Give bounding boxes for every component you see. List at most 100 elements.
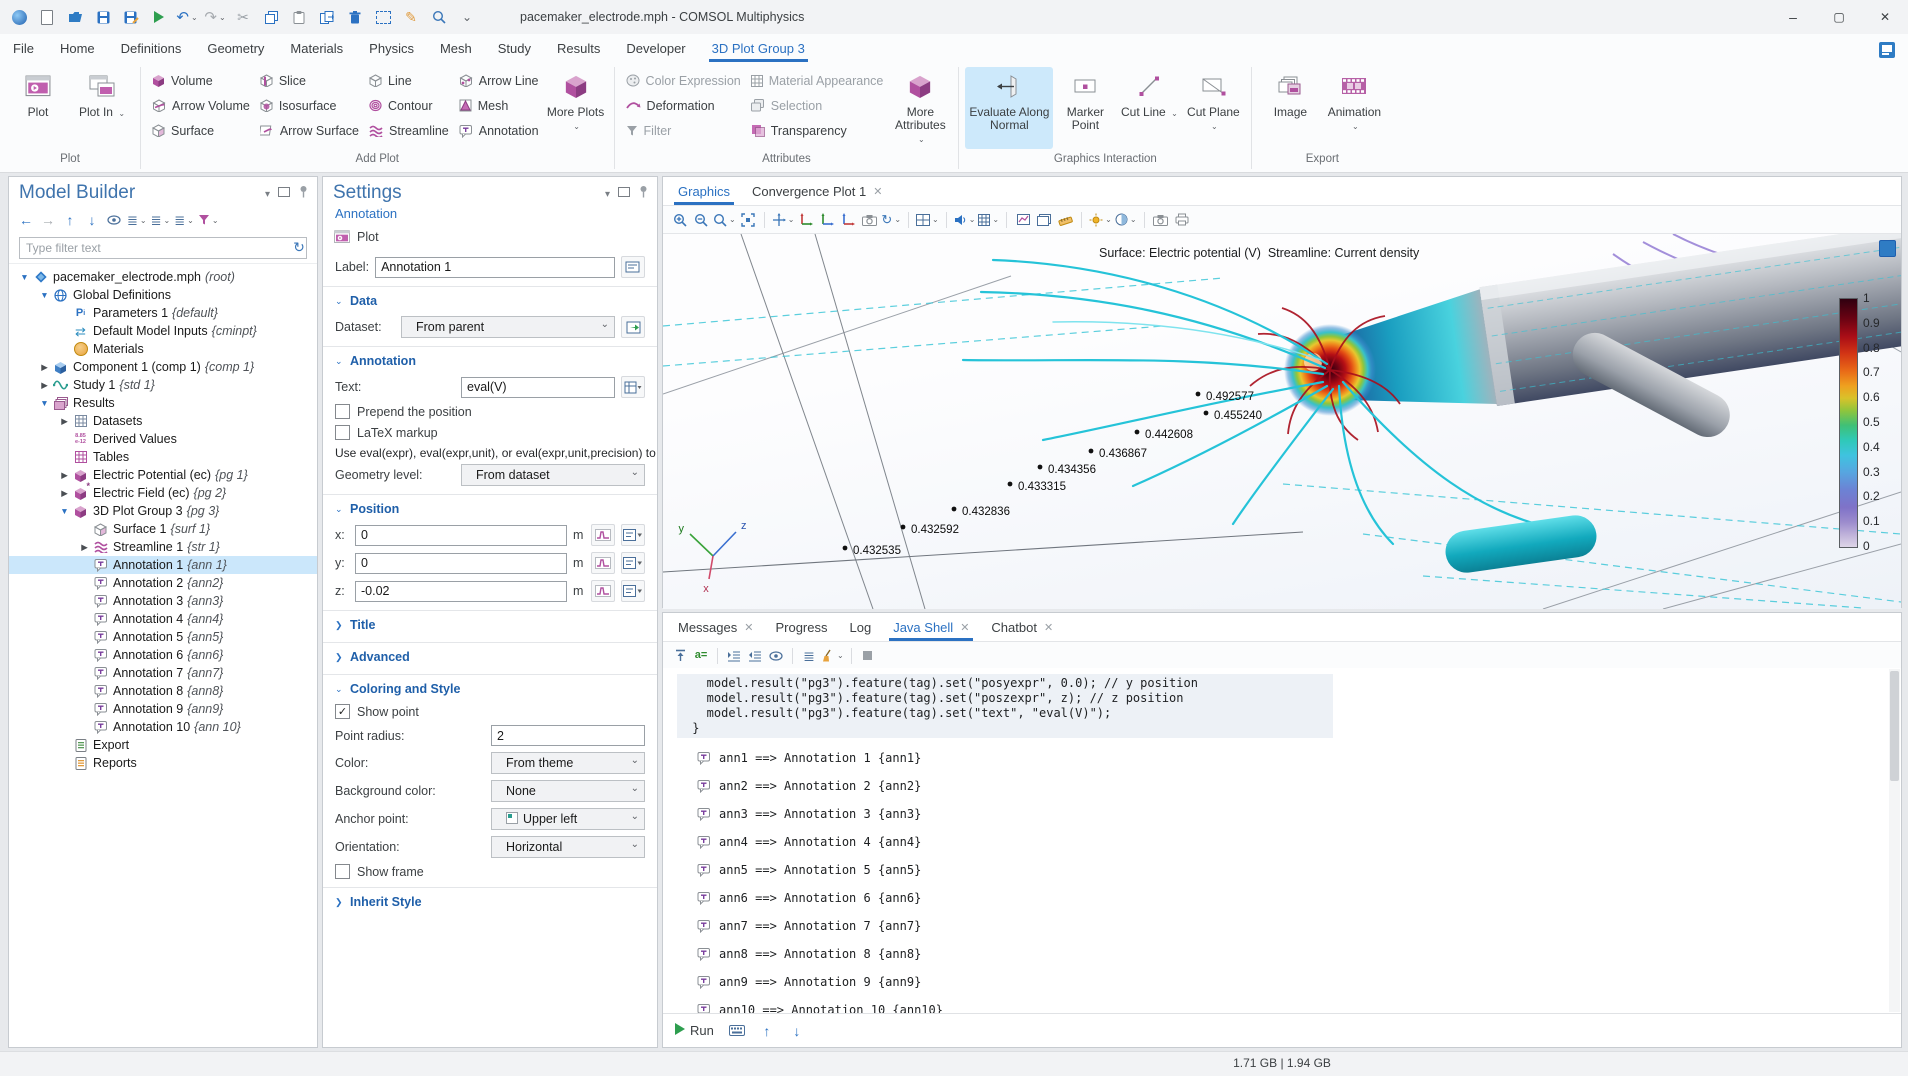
go-to-view-button[interactable]: ⌄ (954, 210, 976, 230)
go-to-source-icon[interactable] (621, 316, 645, 338)
geometry-level-select[interactable]: From dataset (461, 464, 645, 486)
tree-node-pacemaker-electrode-mph[interactable]: ▼pacemaker_electrode.mph(root) (9, 268, 317, 286)
anchor-point-select[interactable]: Upper left (491, 808, 645, 830)
tree-expander-icon[interactable]: ▶ (37, 380, 52, 391)
run-button[interactable]: Run (675, 1023, 714, 1038)
tab-chatbot[interactable]: Chatbot✕ (980, 613, 1064, 641)
indent-right-button[interactable] (725, 646, 743, 666)
tab-java-shell[interactable]: Java Shell✕ (882, 613, 980, 641)
tab-graphics[interactable]: Graphics (667, 177, 741, 205)
view-yz-button[interactable] (818, 210, 836, 230)
tree-node-annotation-8[interactable]: Annotation 8{ann8} (9, 682, 317, 700)
range-button[interactable] (591, 552, 615, 574)
history-up-button[interactable]: ↑ (758, 1021, 776, 1041)
tree-node-results[interactable]: ▼Results (9, 394, 317, 412)
forward-button[interactable]: → (39, 210, 57, 230)
clear-console-button[interactable]: ⌄ (821, 646, 844, 666)
ribbon-item-line[interactable]: Line (364, 68, 454, 93)
auto-complete-button[interactable]: a= (692, 646, 710, 666)
tree-node-default-model-inputs[interactable]: ⇄Default Model Inputs{cminpt} (9, 322, 317, 340)
tree-node-export[interactable]: Export (9, 736, 317, 754)
settings-plot-button[interactable]: Plot (357, 230, 379, 244)
scene-light-button[interactable]: ⌄ (1089, 210, 1112, 230)
tab-close-icon[interactable]: ✕ (873, 185, 882, 198)
ribbon-button-image[interactable]: Image (1258, 67, 1322, 149)
dataset-select[interactable]: From parent (401, 316, 615, 338)
tree-node-materials[interactable]: Materials (9, 340, 317, 358)
select-button[interactable] (370, 4, 396, 30)
tree-node-global-definitions[interactable]: ▼Global Definitions (9, 286, 317, 304)
ribbon-item-streamline[interactable]: Streamline (364, 118, 454, 143)
tree-node-streamline-1[interactable]: ▶Streamline 1{str 1} (9, 538, 317, 556)
ribbon-button-more-plots[interactable]: More Plots ⌄ (544, 67, 608, 149)
tree-expander-icon[interactable]: ▼ (17, 272, 32, 282)
tab-close-icon[interactable]: ✕ (960, 621, 969, 634)
table-grid-button[interactable]: ⌄ (978, 210, 999, 230)
tree-expander-icon[interactable]: ▶ (37, 362, 52, 373)
save-as-button[interactable] (118, 4, 144, 30)
ribbon-item-transparency[interactable]: Transparency (746, 118, 889, 143)
expression-dropdown-button[interactable] (621, 552, 645, 574)
plot-small-icon[interactable] (333, 227, 351, 247)
rename-icon[interactable] (621, 256, 645, 278)
tab-log[interactable]: Log (839, 613, 883, 641)
orientation-select[interactable]: Horizontal (491, 836, 645, 858)
range-button[interactable] (591, 580, 615, 602)
tree-node-electric-field-ec-[interactable]: ▶*Electric Field (ec){pg 2} (9, 484, 317, 502)
menu-home[interactable]: Home (47, 34, 108, 62)
section-annotation[interactable]: ⌄Annotation (323, 346, 657, 373)
line-numbers-button[interactable]: ≣ (800, 646, 818, 666)
ribbon-button-more-attributes[interactable]: More Attributes ⌄ (888, 67, 952, 149)
ribbon-item-deformation[interactable]: Deformation (621, 93, 746, 118)
run-button[interactable] (146, 4, 172, 30)
tree-expander-icon[interactable]: ▶ (57, 470, 72, 481)
duplicate-button[interactable] (314, 4, 340, 30)
ribbon-item-annotation[interactable]: Annotation (454, 118, 544, 143)
copy-button[interactable] (258, 4, 284, 30)
maximize-button[interactable]: ▢ (1816, 0, 1862, 34)
image-snapshot-button[interactable] (1152, 210, 1170, 230)
expression-dropdown-button[interactable] (621, 580, 645, 602)
section-coloring[interactable]: ⌄Coloring and Style (323, 674, 657, 701)
panel-float-icon[interactable] (618, 186, 630, 200)
tree-expander-icon[interactable]: ▼ (37, 398, 52, 408)
menu-mesh[interactable]: Mesh (427, 34, 485, 62)
annotation-text-input[interactable]: eval(V) (461, 377, 615, 398)
zoom-in-button[interactable] (671, 210, 689, 230)
zoom-box-button[interactable]: ⌄ (713, 210, 736, 230)
tree-node-study-1[interactable]: ▶Study 1{std 1} (9, 376, 317, 394)
camera-view-button[interactable] (860, 210, 878, 230)
preview-button[interactable] (426, 4, 452, 30)
move-to-top-button[interactable] (671, 646, 689, 666)
paste-button[interactable] (286, 4, 312, 30)
plot-properties-flyout-icon[interactable] (1879, 240, 1896, 260)
tree-node-annotation-1[interactable]: Annotation 1{ann 1} (9, 556, 317, 574)
menu-developer[interactable]: Developer (613, 34, 698, 62)
close-button[interactable]: ✕ (1862, 0, 1908, 34)
position-x-input[interactable]: 0 (355, 525, 567, 546)
show-button[interactable] (105, 210, 123, 230)
move-down-button[interactable]: ↓ (83, 210, 101, 230)
history-down-button[interactable]: ↓ (788, 1021, 806, 1041)
delete-button[interactable] (342, 4, 368, 30)
environment-button[interactable]: ⌄ (1115, 210, 1137, 230)
range-button[interactable] (591, 524, 615, 546)
tree-node-datasets[interactable]: ▶Datasets (9, 412, 317, 430)
tree-node-electric-potential-ec-[interactable]: ▶Electric Potential (ec){pg 1} (9, 466, 317, 484)
rotate-view-button[interactable]: ↻⌄ (881, 210, 901, 230)
zoom-out-button[interactable] (692, 210, 710, 230)
graphics-3d-canvas[interactable]: 0.4925770.4552400.4426080.4368670.434356… (663, 234, 1901, 609)
expression-dropdown-button[interactable] (621, 524, 645, 546)
stop-button[interactable] (859, 646, 877, 666)
new-file-button[interactable] (34, 4, 60, 30)
position-y-input[interactable]: 0 (355, 553, 567, 574)
tree-node-annotation-7[interactable]: Annotation 7{ann7} (9, 664, 317, 682)
help-button[interactable] (1874, 37, 1900, 63)
tree-expander-icon[interactable]: ▶ (57, 416, 72, 427)
menu-study[interactable]: Study (485, 34, 544, 62)
tab-progress[interactable]: Progress (764, 613, 838, 641)
ribbon-item-volume[interactable]: Volume (147, 68, 255, 93)
scrollbar-thumb[interactable] (1890, 671, 1899, 781)
redo-button[interactable]: ↷⌄ (202, 4, 228, 30)
plot-window-button[interactable] (1014, 210, 1032, 230)
